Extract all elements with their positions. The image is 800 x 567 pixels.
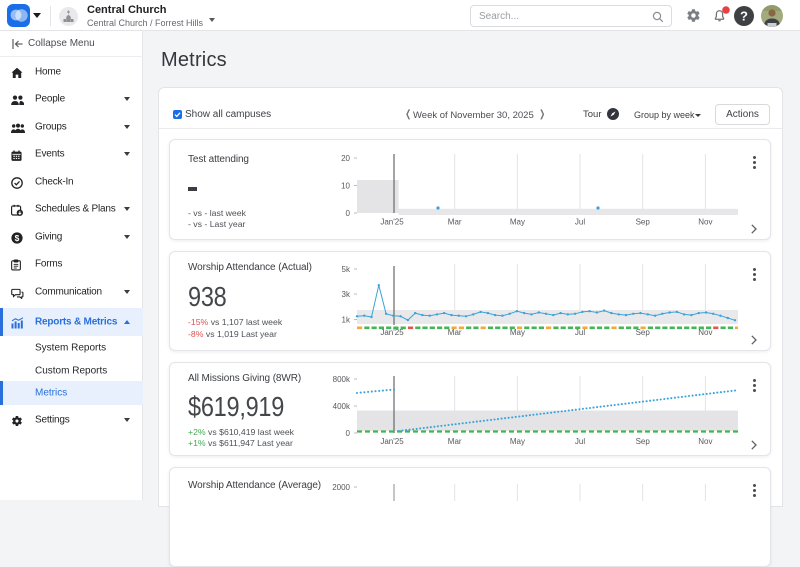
svg-text:Mar: Mar: [448, 437, 462, 446]
svg-text:Nov: Nov: [698, 437, 712, 446]
svg-text:Jul: Jul: [575, 437, 585, 446]
svg-text:May: May: [510, 328, 525, 337]
svg-text:Mar: Mar: [448, 328, 462, 337]
svg-text:Jan'25: Jan'25: [380, 218, 404, 227]
svg-text:Sep: Sep: [636, 437, 651, 446]
svg-text:1k: 1k: [342, 316, 351, 325]
svg-text:$: $: [15, 232, 20, 242]
svg-text:400k: 400k: [333, 402, 351, 411]
svg-text:?: ?: [740, 9, 748, 24]
svg-text:May: May: [510, 218, 525, 227]
svg-text:Jan'25: Jan'25: [380, 328, 404, 337]
svg-text:0: 0: [346, 209, 351, 218]
svg-text:Jul: Jul: [575, 328, 585, 337]
svg-text:20: 20: [341, 154, 350, 163]
svg-text:5k: 5k: [342, 265, 351, 274]
svg-text:0: 0: [346, 429, 351, 438]
svg-text:May: May: [510, 437, 525, 446]
svg-text:Nov: Nov: [698, 328, 712, 337]
svg-text:3k: 3k: [342, 290, 351, 299]
svg-text:Sep: Sep: [636, 328, 651, 337]
svg-text:2000: 2000: [332, 483, 350, 492]
svg-text:10: 10: [341, 182, 350, 191]
svg-text:Sep: Sep: [636, 218, 651, 227]
svg-text:Jul: Jul: [575, 218, 585, 227]
svg-text:Mar: Mar: [448, 218, 462, 227]
svg-text:Nov: Nov: [698, 218, 712, 227]
svg-text:800k: 800k: [333, 375, 351, 384]
svg-text:Jan'25: Jan'25: [380, 437, 404, 446]
